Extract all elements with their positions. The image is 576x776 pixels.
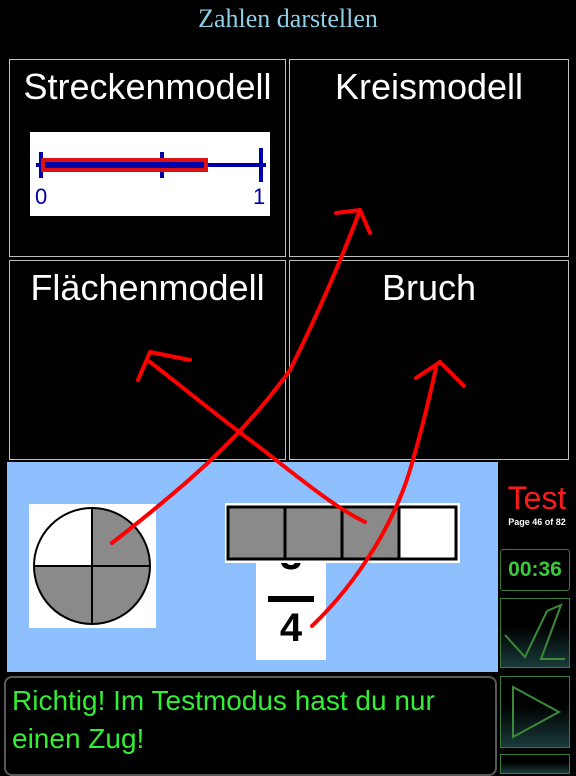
fraction-denominator: 4 bbox=[279, 606, 303, 650]
next-button[interactable] bbox=[500, 676, 570, 748]
circle-model-piece[interactable] bbox=[29, 504, 156, 628]
number-line-start-label: 0 bbox=[35, 184, 47, 209]
play-arrow-icon bbox=[512, 685, 562, 739]
kreismodell-label: Kreismodell bbox=[334, 66, 524, 107]
number-line-end-label: 1 bbox=[253, 184, 265, 209]
fraction-bar bbox=[268, 596, 314, 602]
area-cell-shaded bbox=[226, 505, 287, 561]
number-line-graphic: 0 1 bbox=[35, 148, 266, 209]
area-cell-shaded bbox=[340, 505, 401, 561]
drop-target-streckenmodell[interactable]: Streckenmodell 0 1 bbox=[9, 59, 286, 257]
checkmark-icon bbox=[504, 603, 565, 660]
fraction-piece[interactable]: 3 4 bbox=[256, 560, 326, 660]
drop-target-flaechenmodell[interactable]: Flächenmodell bbox=[9, 260, 286, 460]
flaechenmodell-label: Flächenmodell bbox=[30, 267, 265, 308]
area-model-graphic bbox=[226, 505, 458, 561]
page-title: Zahlen darstellen bbox=[198, 4, 378, 33]
circle-model-graphic bbox=[33, 507, 151, 625]
timer-display: 00:36 bbox=[500, 549, 570, 591]
page-counter: Page 46 of 82 bbox=[508, 517, 566, 527]
area-model-piece[interactable] bbox=[225, 503, 460, 563]
more-button[interactable] bbox=[500, 754, 570, 774]
drop-target-kreismodell[interactable]: Kreismodell bbox=[289, 59, 569, 257]
area-cell-shaded bbox=[283, 505, 344, 561]
test-mode-label: Test bbox=[507, 480, 567, 516]
area-cell-empty bbox=[397, 505, 458, 561]
bruch-label: Bruch bbox=[381, 267, 477, 308]
number-line-segment bbox=[41, 158, 208, 172]
drop-target-bruch[interactable]: Bruch bbox=[289, 260, 569, 460]
feedback-message: Richtig! Im Testmodus hast du nur einen … bbox=[4, 676, 497, 776]
streckenmodell-label: Streckenmodell bbox=[23, 66, 272, 107]
pieces-panel: 3 4 bbox=[7, 462, 498, 672]
number-line: 0 1 bbox=[30, 132, 270, 216]
check-button[interactable] bbox=[500, 598, 570, 668]
